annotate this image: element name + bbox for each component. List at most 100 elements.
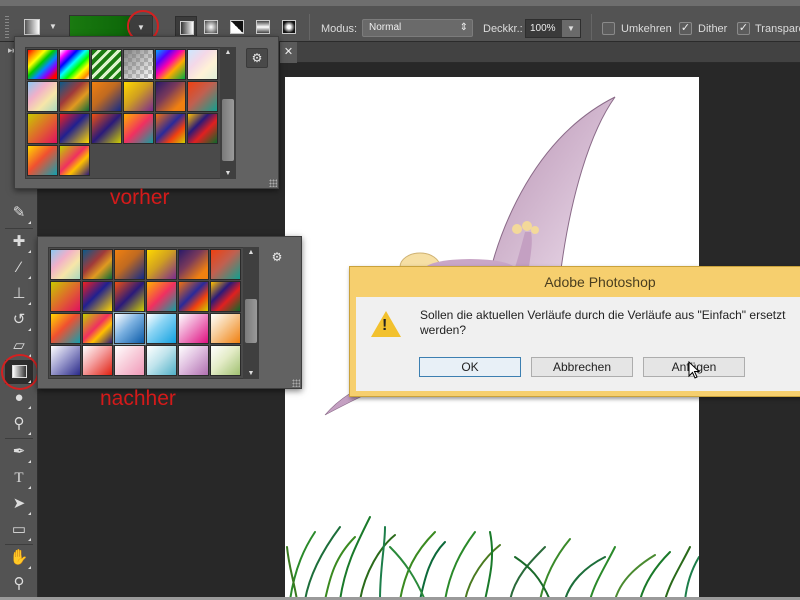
cancel-button[interactable]: Abbrechen xyxy=(531,357,633,377)
healing-brush-tool[interactable]: ✚ xyxy=(5,230,33,254)
ok-button[interactable]: OK xyxy=(419,357,521,377)
gradient-swatch[interactable] xyxy=(82,281,113,312)
angle-gradient-icon xyxy=(230,20,244,34)
gradient-swatch[interactable] xyxy=(82,313,113,344)
reverse-checkbox[interactable] xyxy=(602,22,615,35)
gradient-swatch[interactable] xyxy=(27,81,58,112)
gradient-swatch[interactable] xyxy=(59,81,90,112)
brush-tool[interactable]: ∕ xyxy=(5,256,33,280)
hand-tool[interactable]: ✋ xyxy=(5,546,33,570)
gradient-swatch[interactable] xyxy=(113,312,146,345)
gradient-swatch[interactable] xyxy=(210,313,241,344)
gradient-swatch[interactable] xyxy=(178,249,209,280)
linear-gradient-button[interactable] xyxy=(175,16,197,38)
gradient-swatch[interactable] xyxy=(82,345,113,376)
angle-gradient-button[interactable] xyxy=(226,16,248,38)
hand-icon: ✋ xyxy=(9,549,29,566)
reverse-label: Umkehren xyxy=(621,23,672,35)
zoom-tool[interactable]: ⚲ xyxy=(5,572,33,596)
eraser-tool[interactable]: ▱ xyxy=(5,334,33,358)
warning-exclamation-icon: ! xyxy=(382,317,388,334)
gradient-swatch[interactable] xyxy=(114,345,145,376)
gradient-swatch[interactable] xyxy=(27,145,58,176)
opacity-value[interactable]: 100% xyxy=(530,23,556,34)
gear-menu-button[interactable]: ⚙ xyxy=(266,248,288,268)
gradient-swatch[interactable] xyxy=(50,281,81,312)
gradient-swatch[interactable] xyxy=(59,113,90,144)
path-selection-tool[interactable]: ➤ xyxy=(5,492,33,516)
gradient-swatch[interactable] xyxy=(187,81,218,112)
scrollbar-before[interactable]: ▲ ▼ xyxy=(220,47,236,179)
transparency-checkbox[interactable]: ✓ xyxy=(737,22,750,35)
clone-stamp-tool[interactable]: ⊥ xyxy=(5,282,33,306)
gradient-picker-panel-after: ▲ ▼ ⚙ xyxy=(37,236,302,389)
gradient-swatch[interactable] xyxy=(155,81,186,112)
gradient-swatch[interactable] xyxy=(155,113,186,144)
gradient-swatch[interactable] xyxy=(210,281,241,312)
gradient-swatch[interactable] xyxy=(27,49,58,80)
gradient-swatch[interactable] xyxy=(178,313,209,344)
gradient-swatch[interactable] xyxy=(91,81,122,112)
gradient-swatch[interactable] xyxy=(50,313,81,344)
gradient-tool-icon xyxy=(11,365,27,378)
gradient-swatch[interactable] xyxy=(123,81,154,112)
gear-menu-button[interactable]: ⚙ xyxy=(246,48,268,68)
gradient-swatch[interactable] xyxy=(178,281,209,312)
annotation-after: nachher xyxy=(100,387,176,410)
tool-preset-picker[interactable] xyxy=(24,19,40,35)
gradient-swatch[interactable] xyxy=(59,49,90,80)
history-brush-tool[interactable]: ↺ xyxy=(5,308,33,332)
dither-checkbox[interactable]: ✓ xyxy=(679,22,692,35)
gradient-swatch[interactable] xyxy=(146,281,177,312)
gradient-swatch[interactable] xyxy=(187,49,218,80)
rectangle-tool[interactable]: ▭ xyxy=(5,518,33,542)
scroll-thumb[interactable] xyxy=(245,299,257,343)
scroll-up-icon[interactable]: ▲ xyxy=(220,49,236,56)
gradient-swatch[interactable] xyxy=(82,249,113,280)
scroll-thumb[interactable] xyxy=(222,99,234,161)
gradient-swatch[interactable] xyxy=(210,345,241,376)
type-tool[interactable]: T xyxy=(5,466,33,490)
opacity-field[interactable]: 100% ▼ xyxy=(525,19,581,38)
gradient-swatch[interactable] xyxy=(146,249,177,280)
resize-grip-icon[interactable] xyxy=(292,379,300,387)
mode-select[interactable]: Normal ⇕ xyxy=(362,19,473,37)
gradient-swatch[interactable] xyxy=(146,345,177,376)
options-separator xyxy=(309,14,310,40)
reflected-gradient-button[interactable] xyxy=(252,16,274,38)
scrollbar-after[interactable]: ▲ ▼ xyxy=(243,247,259,379)
scroll-down-icon[interactable]: ▼ xyxy=(243,370,259,377)
dodge-tool[interactable]: ⚲ xyxy=(5,412,33,436)
radial-gradient-button[interactable] xyxy=(200,16,222,38)
gradient-swatch[interactable] xyxy=(123,113,154,144)
tool-preset-arrow-icon[interactable]: ▼ xyxy=(49,22,57,31)
gradient-swatch-grid-after xyxy=(48,247,259,379)
resize-grip-icon[interactable] xyxy=(269,179,277,187)
pen-tool[interactable]: ✒ xyxy=(5,440,33,464)
gradient-swatch[interactable] xyxy=(59,145,90,176)
gradient-swatch[interactable] xyxy=(27,113,58,144)
toolbar-separator xyxy=(5,228,33,229)
gradient-swatch[interactable] xyxy=(114,281,145,312)
gradient-swatch[interactable] xyxy=(91,49,122,80)
gradient-tool[interactable] xyxy=(5,360,33,384)
gradient-swatch[interactable] xyxy=(187,113,218,144)
gradient-swatch[interactable] xyxy=(178,345,209,376)
reflected-gradient-icon xyxy=(256,20,270,34)
gradient-swatch[interactable] xyxy=(50,249,81,280)
scroll-down-icon[interactable]: ▼ xyxy=(220,170,236,177)
opacity-dropdown-button[interactable]: ▼ xyxy=(562,20,580,37)
options-bar-grip[interactable] xyxy=(5,16,9,38)
diamond-gradient-button[interactable] xyxy=(278,16,300,38)
gradient-swatch[interactable] xyxy=(123,49,154,80)
gradient-swatch[interactable] xyxy=(146,313,177,344)
eyedropper-tool[interactable]: ✎ xyxy=(5,201,33,225)
gradient-swatch[interactable] xyxy=(155,49,186,80)
gradient-swatch[interactable] xyxy=(91,113,122,144)
close-tab-icon[interactable]: ✕ xyxy=(280,42,297,63)
blur-tool[interactable]: ● xyxy=(5,386,33,410)
gradient-swatch[interactable] xyxy=(50,345,81,376)
gradient-swatch[interactable] xyxy=(210,249,241,280)
scroll-up-icon[interactable]: ▲ xyxy=(243,249,259,256)
gradient-swatch[interactable] xyxy=(114,249,145,280)
